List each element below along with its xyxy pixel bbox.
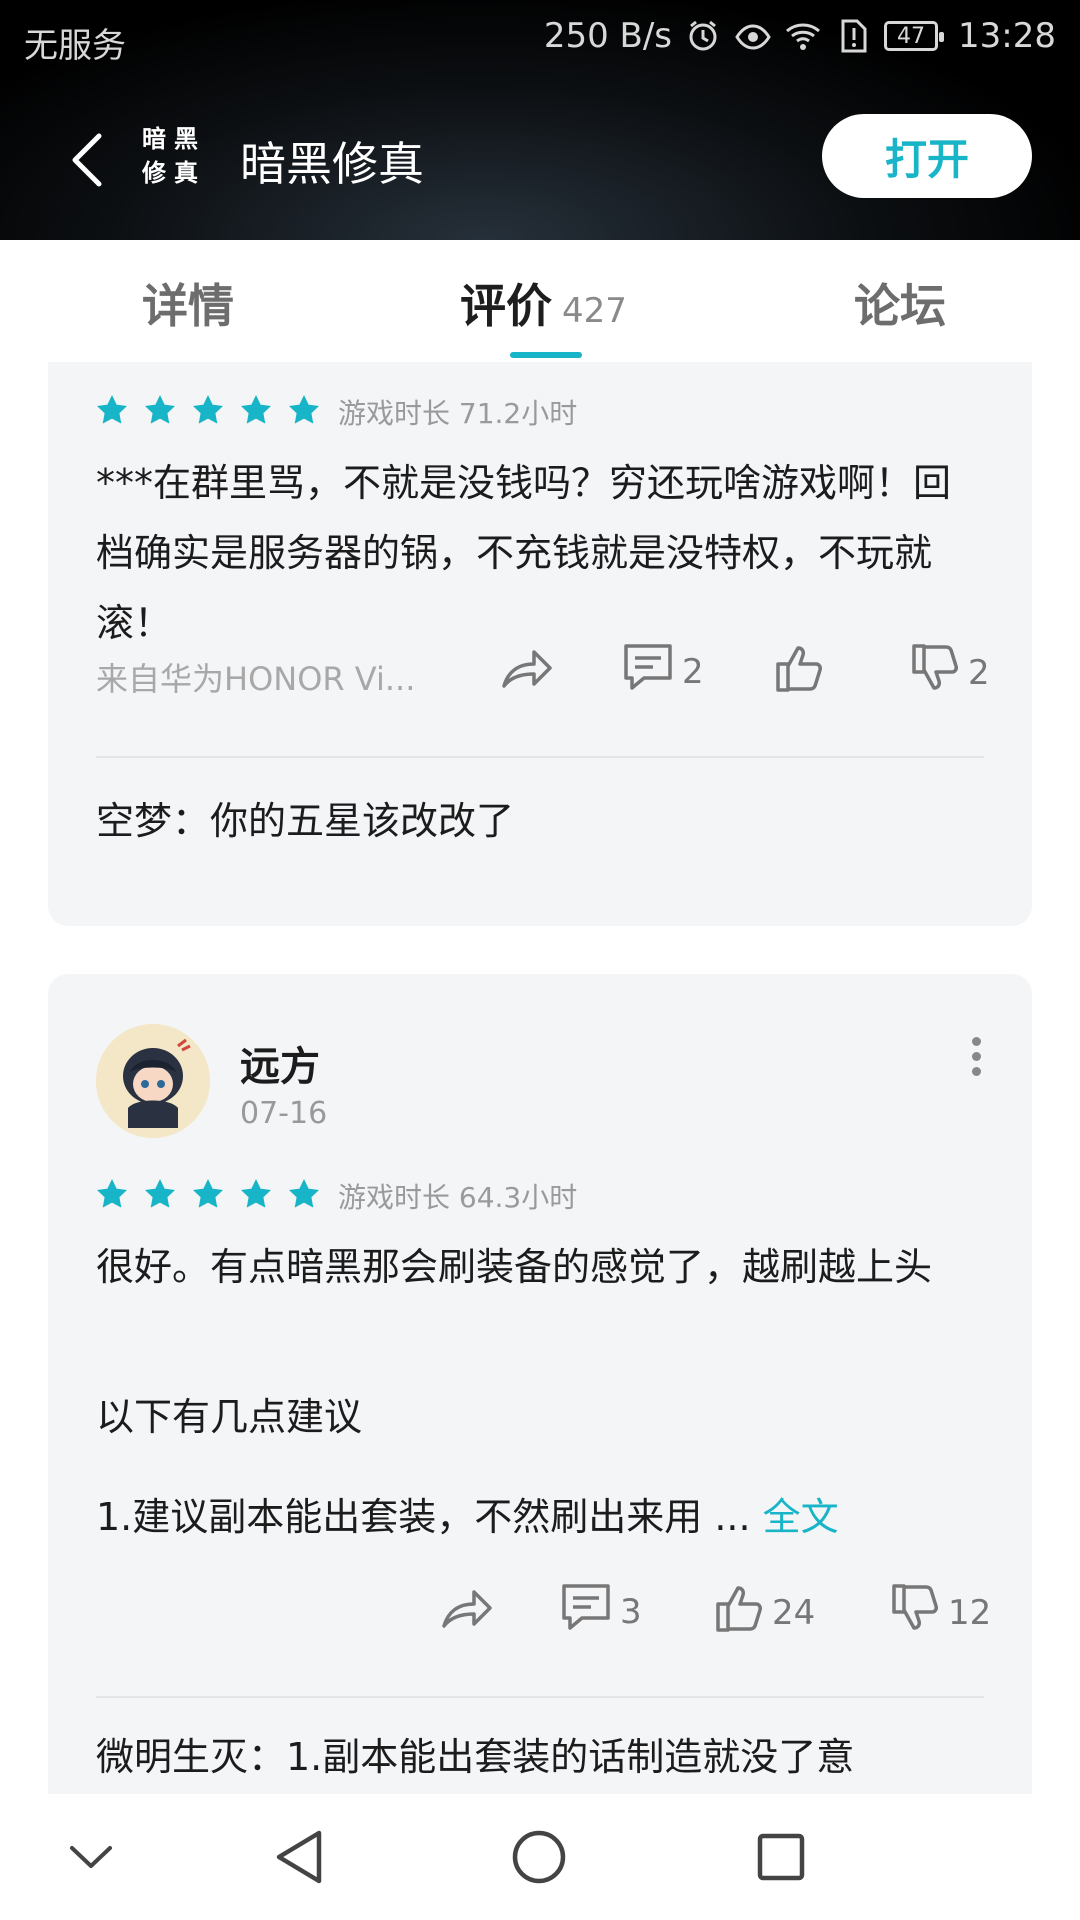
reply-text[interactable]: 空梦：你的五星该改改了 [96,790,514,845]
comment-count: 2 [682,651,704,692]
review-body[interactable]: 很好。有点暗黑那会刷装备的感觉了，越刷越上头 [96,1232,986,1302]
app-header-area: 无服务 250 B/s 47 13:28 暗黑修真 暗黑修真 打开 [0,0,1080,240]
clock: 13:28 [958,16,1056,56]
star-icon [144,1178,176,1210]
review-excerpt: 1.建议副本能出套装，不然刷出来用 ... [96,1495,751,1539]
alarm-icon [684,17,722,55]
review-card: 游戏时长 71.2小时 ***在群里骂，不就是没钱吗？穷还玩啥游戏啊！回档确实是… [48,362,1032,926]
tab-details[interactable]: 详情 [142,270,234,336]
like-count: 24 [772,1592,816,1633]
divider [96,756,984,758]
comment-icon [622,642,674,701]
reply-text[interactable]: 微明生灭：1.副本能出套装的话制造就没了意 [96,1726,854,1781]
app-header: 暗黑修真 暗黑修真 打开 [0,100,1080,220]
star-icon [288,394,320,426]
star-icon [240,394,272,426]
star-icon [96,1178,128,1210]
tab-reviews-label: 评价 [460,279,552,333]
star-icon [240,1178,272,1210]
rating-stars [96,1178,320,1210]
nav-back-icon[interactable] [266,1824,332,1890]
tab-forum-label: 论坛 [854,279,946,333]
review-card: 远方 07-16 游戏时长 64.3小时 很好。有点暗黑那会刷装备的感觉了，越刷… [48,974,1032,1794]
share-icon [500,644,554,701]
device-label: 来自华为HONOR Vi... [96,660,416,698]
share-button[interactable] [440,1584,494,1641]
like-button[interactable]: 24 [714,1582,815,1643]
tab-bar: 详情 评价 427 论坛 [0,240,1080,362]
review-feed[interactable]: 游戏时长 71.2小时 ***在群里骂，不就是没钱吗？穷还玩啥游戏啊！回档确实是… [0,362,1080,1794]
star-icon [96,394,128,426]
dislike-button[interactable]: 12 [890,1582,991,1643]
comment-count: 3 [620,1591,642,1632]
tab-forum[interactable]: 论坛 [854,270,946,336]
star-icon [192,394,224,426]
dislike-count: 12 [948,1592,992,1633]
nav-home-icon[interactable] [506,1824,572,1890]
star-icon [144,394,176,426]
more-options-icon[interactable] [964,1034,988,1078]
battery-icon: 47 [884,21,945,51]
comment-icon [560,1582,612,1641]
star-icon [288,1178,320,1210]
review-date: 07-16 [240,1096,328,1131]
like-button[interactable] [774,642,832,703]
thumbs-up-icon [774,642,824,703]
wifi-icon [784,17,822,55]
status-bar: 无服务 250 B/s 47 13:28 [0,0,1080,76]
tab-details-label: 详情 [142,279,234,333]
share-button[interactable] [500,644,554,701]
thumbs-down-icon [910,642,960,703]
rating-stars [96,394,320,426]
playtime-label: 游戏时长 71.2小时 [338,397,578,430]
avatar[interactable] [96,1024,210,1138]
divider [96,1696,984,1698]
review-count: 427 [562,291,627,331]
share-icon [440,1584,494,1641]
review-body[interactable]: ***在群里骂，不就是没钱吗？穷还玩啥游戏啊！回档确实是服务器的锅，不充钱就是没… [96,448,986,658]
status-icons: 250 B/s 47 13:28 [544,16,1056,56]
chevron-down-icon[interactable] [58,1824,124,1890]
star-icon [192,1178,224,1210]
open-button[interactable]: 打开 [822,114,1032,198]
playtime-label: 游戏时长 64.3小时 [338,1181,578,1214]
back-arrow-icon[interactable] [62,125,112,195]
review-body-truncated[interactable]: 1.建议副本能出套装，不然刷出来用 ... 全文 [96,1482,986,1552]
eye-comfort-icon [734,17,772,55]
active-tab-indicator [510,352,582,358]
nav-recents-icon[interactable] [748,1824,814,1890]
network-speed: 250 B/s [543,16,673,56]
dislike-button[interactable]: 2 [910,642,990,703]
app-title: 暗黑修真 [240,137,424,191]
full-text-link[interactable]: 全文 [763,1495,839,1539]
thumbs-down-icon [890,1582,940,1643]
comment-button[interactable]: 2 [622,642,704,701]
app-logo: 暗黑修真 [142,124,206,187]
dislike-count: 2 [968,652,990,693]
username[interactable]: 远方 [240,1034,320,1092]
carrier-label: 无服务 [24,26,126,66]
sim-alert-icon [834,17,872,55]
tab-reviews[interactable]: 评价 427 [460,270,627,336]
comment-button[interactable]: 3 [560,1582,642,1641]
thumbs-up-icon [714,1582,764,1643]
system-navigation-bar [0,1794,1080,1920]
review-body-line[interactable]: 以下有几点建议 [96,1382,986,1452]
